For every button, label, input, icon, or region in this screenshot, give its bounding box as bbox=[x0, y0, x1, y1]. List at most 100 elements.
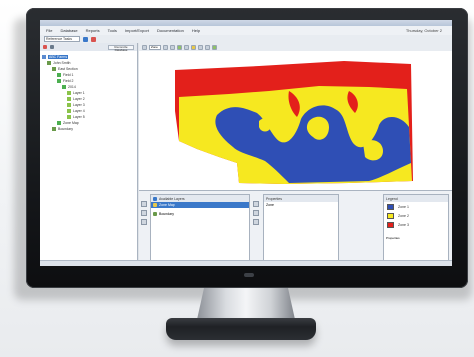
pan-icon[interactable] bbox=[170, 44, 175, 50]
tree-node-icon bbox=[67, 109, 71, 113]
main-toolbar: Reference Tasks bbox=[40, 35, 452, 43]
layer-icon[interactable] bbox=[177, 44, 182, 50]
reconcile-database-button[interactable]: Reconcile Database bbox=[108, 44, 134, 51]
legend-item: Zone 2 bbox=[384, 211, 448, 220]
tree-node-icon bbox=[57, 79, 61, 83]
toolbar-button-1[interactable] bbox=[83, 36, 88, 42]
legend-label: Zone 2 bbox=[398, 213, 409, 218]
monitor-screen: File Database Reports Tools Import/Expor… bbox=[40, 20, 452, 266]
print-icon[interactable] bbox=[198, 44, 203, 50]
status-bar bbox=[40, 260, 452, 266]
layers-panel: Available Layers Zone Map Boundary bbox=[150, 194, 250, 264]
delete-icon[interactable] bbox=[43, 45, 47, 49]
legend-panel: Legend Zone 1 Zone 2 Zone 3 Properties bbox=[383, 194, 449, 264]
monitor-logo bbox=[244, 273, 254, 277]
tree-item-label: East Section bbox=[58, 67, 78, 71]
menu-tools[interactable]: Tools bbox=[108, 28, 117, 33]
tree-panel-header: Reconcile Database bbox=[40, 43, 137, 51]
tree-node-icon bbox=[42, 55, 46, 59]
tree-node-icon bbox=[52, 67, 56, 71]
menu-documentation[interactable]: Documentation bbox=[157, 28, 184, 33]
grower-tree: ABC Farms John Smith East Section Field 1 Fi… bbox=[40, 51, 137, 132]
move-up-icon[interactable] bbox=[253, 201, 259, 207]
properties-panel-header: Properties bbox=[264, 195, 338, 202]
legend-label: Zone 3 bbox=[398, 222, 409, 227]
bottom-panel: Available Layers Zone Map Boundary Prope… bbox=[139, 190, 452, 266]
toolbar-button-2[interactable] bbox=[91, 36, 96, 42]
legend-swatch bbox=[387, 203, 394, 210]
add-icon[interactable] bbox=[141, 201, 147, 207]
tree-item-label: Layer 5 bbox=[73, 115, 85, 119]
mid-button-column bbox=[253, 201, 259, 225]
tree-item-label: ABC Farms bbox=[48, 55, 69, 59]
legend-title: Legend bbox=[386, 196, 398, 201]
export-icon[interactable] bbox=[205, 44, 210, 50]
tree-node-icon bbox=[57, 121, 61, 125]
tree-node-icon bbox=[67, 91, 71, 95]
measure-icon[interactable] bbox=[191, 44, 196, 50]
legend-item: Zone 3 bbox=[384, 220, 448, 229]
tree-item-label: 2014 bbox=[68, 85, 76, 89]
legend-footer: Properties bbox=[386, 236, 400, 240]
layer-row-icon bbox=[153, 212, 157, 216]
tree-item-label: Layer 4 bbox=[73, 109, 85, 113]
menu-reports[interactable]: Reports bbox=[86, 28, 100, 33]
menu-import-export[interactable]: Import/Export bbox=[125, 28, 149, 33]
tree-node-icon bbox=[67, 103, 71, 107]
zone-2-region bbox=[259, 118, 272, 132]
tree-node-icon bbox=[57, 73, 61, 77]
legend-item: Zone 1 bbox=[384, 202, 448, 211]
menu-bar: File Database Reports Tools Import/Expor… bbox=[40, 26, 452, 35]
layer-row-label: Zone Map bbox=[159, 203, 175, 207]
menu-database[interactable]: Database bbox=[60, 28, 77, 33]
tree-item-label: John Smith bbox=[53, 61, 71, 65]
zoom-out-icon[interactable] bbox=[163, 44, 168, 50]
save-icon[interactable] bbox=[50, 45, 54, 49]
layers-panel-header: Available Layers bbox=[151, 195, 249, 202]
tree-node-icon bbox=[67, 115, 71, 119]
monitor-stand-base bbox=[166, 318, 316, 340]
zone-map[interactable] bbox=[139, 51, 452, 190]
legend-swatch bbox=[387, 212, 394, 219]
edit-icon[interactable] bbox=[141, 210, 147, 216]
settings-icon[interactable] bbox=[253, 219, 259, 225]
layer-row[interactable]: Zone Map bbox=[151, 202, 249, 208]
map-view[interactable] bbox=[139, 51, 452, 190]
tree-node-icon bbox=[67, 97, 71, 101]
layer-row[interactable]: Boundary bbox=[151, 211, 249, 217]
tree-node-icon bbox=[47, 61, 51, 65]
tree-item-label: Layer 1 bbox=[73, 91, 85, 95]
tree-item-label: Field 2 bbox=[63, 79, 74, 83]
property-row[interactable]: Zone bbox=[264, 202, 338, 208]
legend-swatch bbox=[387, 221, 394, 228]
datetime-label: Thursday, October 2 bbox=[405, 28, 442, 33]
refresh-icon[interactable] bbox=[212, 44, 217, 50]
tree-item-label: Zone Map bbox=[63, 121, 79, 125]
tree-item-label: Layer 3 bbox=[73, 103, 85, 107]
select-icon[interactable] bbox=[184, 44, 189, 50]
legend-label: Zone 1 bbox=[398, 204, 409, 209]
tree-panel: Reconcile Database ABC Farms John Smith Ea… bbox=[40, 43, 138, 266]
tree-node-icon bbox=[62, 85, 66, 89]
layers-title: Available Layers bbox=[159, 196, 185, 201]
layer-row-label: Boundary bbox=[159, 212, 174, 216]
properties-title: Properties bbox=[266, 196, 282, 201]
properties-panel: Properties Zone bbox=[263, 194, 339, 264]
legend-panel-header: Legend bbox=[384, 195, 448, 202]
map-toolbar: Zone bbox=[139, 43, 452, 51]
task-select[interactable]: Reference Tasks bbox=[44, 36, 80, 42]
layers-icon bbox=[153, 196, 157, 201]
layer-select[interactable]: Zone bbox=[149, 44, 161, 50]
menu-file[interactable]: File bbox=[46, 28, 52, 33]
menu-help[interactable]: Help bbox=[192, 28, 200, 33]
property-row-label: Zone bbox=[266, 203, 274, 207]
left-button-column bbox=[141, 201, 147, 225]
layer-row-icon bbox=[153, 203, 157, 207]
remove-icon[interactable] bbox=[141, 219, 147, 225]
move-down-icon[interactable] bbox=[253, 210, 259, 216]
zoom-in-icon[interactable] bbox=[142, 44, 147, 50]
tree-node-icon bbox=[52, 127, 56, 131]
tree-item[interactable]: Boundary bbox=[42, 126, 137, 132]
tree-item-label: Field 1 bbox=[63, 73, 74, 77]
tree-item-label: Boundary bbox=[58, 127, 73, 131]
